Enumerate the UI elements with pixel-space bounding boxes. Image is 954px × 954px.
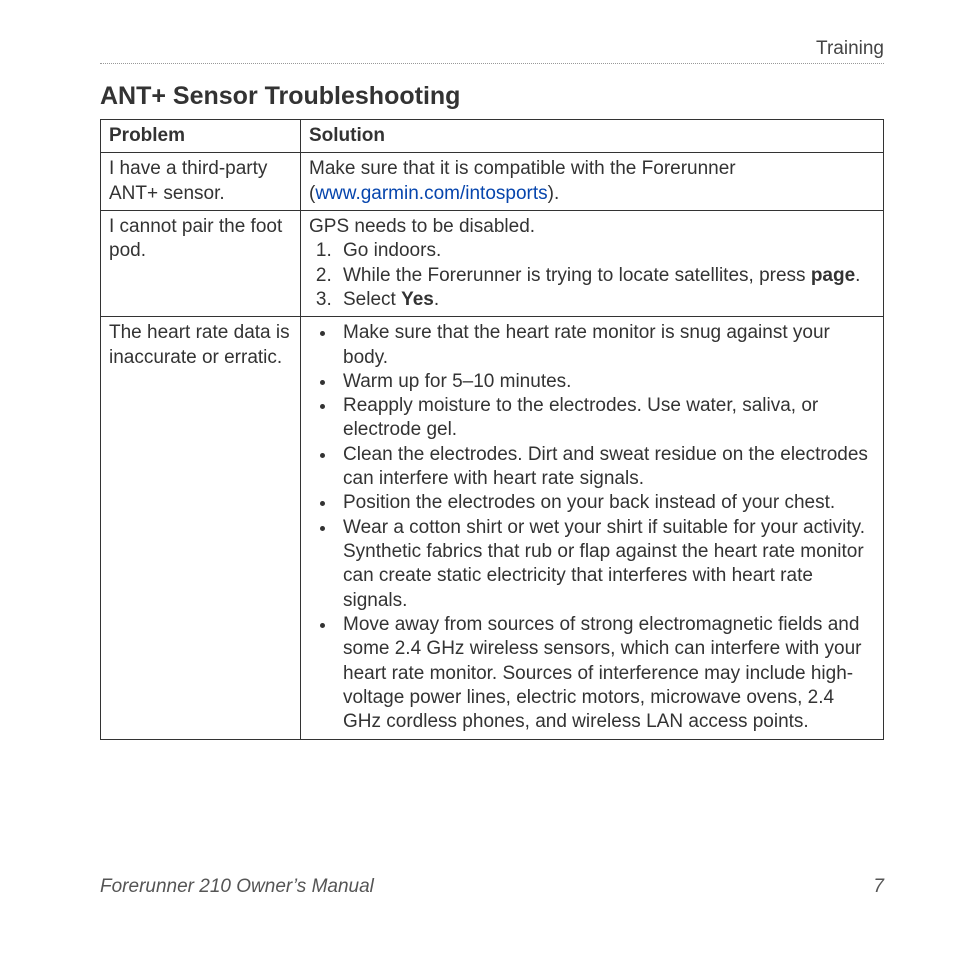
table-row: The heart rate data is inaccurate or err… (101, 317, 884, 739)
problem-cell: I have a third-party ANT+ sensor. (101, 153, 301, 211)
col-solution-header: Solution (301, 120, 884, 153)
manual-page: Training ANT+ Sensor Troubleshooting Pro… (0, 0, 954, 954)
list-item: Clean the electrodes. Dirt and sweat res… (337, 443, 877, 492)
step-text: . (434, 289, 439, 310)
list-item: Go indoors. (337, 239, 877, 263)
troubleshooting-table: Problem Solution I have a third-party AN… (100, 119, 884, 740)
solution-steps: Go indoors. While the Forerunner is tryi… (309, 239, 877, 312)
section-title: ANT+ Sensor Troubleshooting (100, 82, 884, 111)
compatibility-link[interactable]: www.garmin.com/intosports (315, 183, 547, 204)
solution-cell: Make sure that it is compatible with the… (301, 153, 884, 211)
list-item: Warm up for 5–10 minutes. (337, 370, 877, 394)
step-text: Go indoors. (343, 240, 441, 261)
list-item: Reapply moisture to the electrodes. Use … (337, 394, 877, 443)
step-text: While the Forerunner is trying to locate… (343, 265, 811, 286)
problem-cell: The heart rate data is inaccurate or err… (101, 317, 301, 739)
solution-cell: GPS needs to be disabled. Go indoors. Wh… (301, 210, 884, 316)
page-header-section: Training (100, 38, 884, 64)
list-item: Select Yes. (337, 288, 877, 312)
step-text: Select (343, 289, 401, 310)
step-text: . (855, 265, 860, 286)
solution-pre-text: GPS needs to be disabled. (309, 215, 877, 239)
page-footer: Forerunner 210 Owner’s Manual 7 (100, 876, 884, 898)
solution-cell: Make sure that the heart rate monitor is… (301, 317, 884, 739)
page-number: 7 (873, 876, 884, 898)
solution-bullets: Make sure that the heart rate monitor is… (309, 321, 877, 734)
solution-text: ). (548, 183, 560, 204)
list-item: While the Forerunner is trying to locate… (337, 264, 877, 288)
yes-option-label: Yes (401, 289, 434, 310)
list-item: Move away from sources of strong electro… (337, 613, 877, 735)
page-button-label: page (811, 265, 855, 286)
table-row: I have a third-party ANT+ sensor. Make s… (101, 153, 884, 211)
list-item: Wear a cotton shirt or wet your shirt if… (337, 516, 877, 613)
col-problem-header: Problem (101, 120, 301, 153)
problem-cell: I cannot pair the foot pod. (101, 210, 301, 316)
list-item: Position the electrodes on your back ins… (337, 491, 877, 515)
table-header-row: Problem Solution (101, 120, 884, 153)
table-row: I cannot pair the foot pod. GPS needs to… (101, 210, 884, 316)
list-item: Make sure that the heart rate monitor is… (337, 321, 877, 370)
manual-title: Forerunner 210 Owner’s Manual (100, 876, 374, 898)
